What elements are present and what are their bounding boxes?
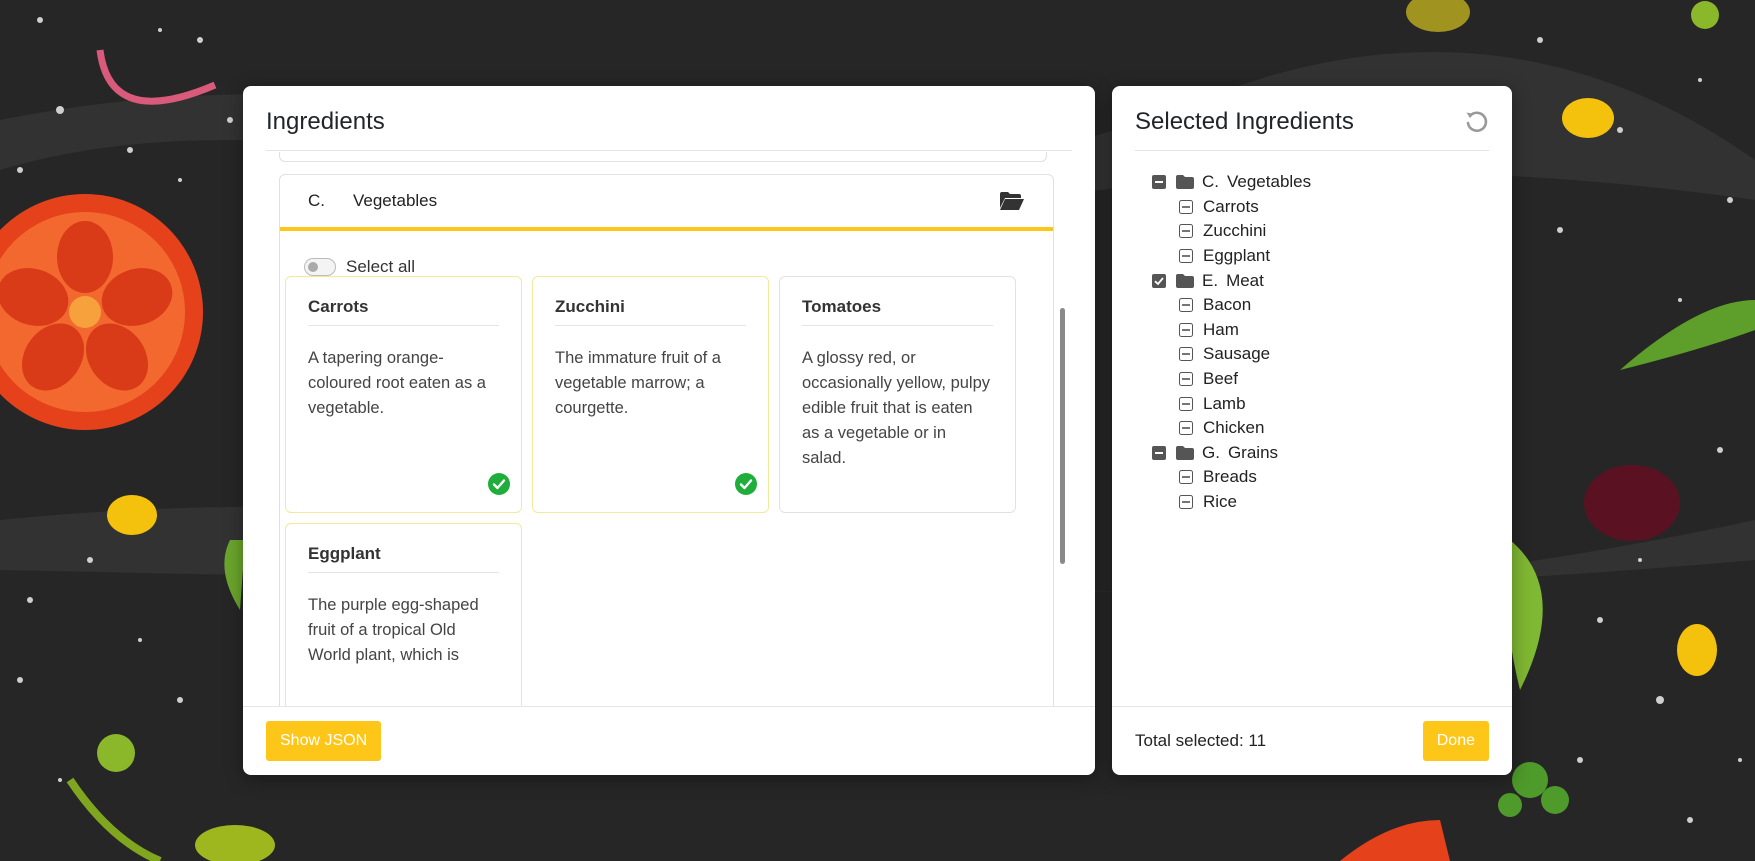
minus-box-icon[interactable]	[1179, 224, 1193, 239]
category-letter: C.	[308, 191, 325, 210]
ingredient-card-zucchini[interactable]: Zucchini The immature fruit of a vegetab…	[532, 276, 769, 513]
tree-leaf[interactable]: Ham	[1152, 318, 1311, 343]
ingredients-list[interactable]: C. Vegetables Select all Carrots A taper…	[266, 152, 1072, 706]
tree-leaf-label: Lamb	[1203, 393, 1246, 413]
tree-node-grains[interactable]: G. Grains	[1152, 441, 1311, 466]
tree-leaf-label: Chicken	[1203, 418, 1265, 438]
check-circle-icon	[735, 473, 757, 495]
minus-box-icon[interactable]	[1179, 495, 1193, 510]
total-selected-label: Total selected: 11	[1135, 731, 1267, 750]
tree-category-name: Meat	[1226, 270, 1264, 290]
card-description: The immature fruit of a vegetable marrow…	[555, 349, 721, 417]
minus-box-icon[interactable]	[1179, 298, 1193, 313]
selected-footer: Total selected: 11 Done	[1112, 706, 1512, 775]
show-json-button[interactable]: Show JSON	[266, 721, 382, 761]
minus-box-icon[interactable]	[1179, 347, 1193, 362]
tree-leaf[interactable]: Eggplant	[1152, 244, 1311, 269]
category-header: C. Vegetables	[280, 175, 1053, 231]
category-name: Vegetables	[353, 191, 438, 210]
select-all-row: Select all	[304, 257, 1053, 277]
card-description: A tapering orange-coloured root eaten as…	[308, 349, 486, 417]
tree-leaf-label: Bacon	[1203, 295, 1252, 315]
selected-tree: C. Vegetables Carrots Zucchini Eggplant …	[1152, 170, 1311, 514]
ingredient-card-carrots[interactable]: Carrots A tapering orange-coloured root …	[285, 276, 522, 513]
tree-leaf[interactable]: Chicken	[1152, 416, 1311, 441]
tree-leaf[interactable]: Breads	[1152, 465, 1311, 490]
select-all-toggle[interactable]	[304, 258, 336, 276]
tree-leaf-label: Breads	[1203, 467, 1257, 487]
tree-leaf[interactable]: Zucchini	[1152, 219, 1311, 244]
partial-checkbox-icon[interactable]	[1152, 445, 1166, 460]
minus-box-icon[interactable]	[1179, 249, 1193, 264]
tree-node-meat[interactable]: E. Meat	[1152, 268, 1311, 293]
ingredients-panel: Ingredients C. Vegetables Select all Car…	[243, 86, 1095, 775]
ingredient-card-tomatoes[interactable]: Tomatoes A glossy red, or occasionally y…	[779, 276, 1016, 513]
tree-category-name: Grains	[1227, 442, 1279, 462]
tree-leaf-label: Ham	[1203, 319, 1239, 339]
selected-title: Selected Ingredients	[1135, 108, 1354, 135]
minus-box-icon[interactable]	[1179, 322, 1193, 337]
tree-leaf[interactable]: Sausage	[1152, 342, 1311, 367]
tree-leaf-label: Eggplant	[1203, 246, 1271, 266]
tree-leaf[interactable]: Rice	[1152, 490, 1311, 515]
reset-icon[interactable]	[1463, 105, 1489, 133]
minus-box-icon[interactable]	[1179, 396, 1193, 411]
tree-node-vegetables[interactable]: C. Vegetables	[1152, 170, 1311, 195]
minus-box-icon[interactable]	[1179, 372, 1193, 387]
tree-leaf-label: Carrots	[1203, 196, 1259, 216]
tree-leaf[interactable]: Beef	[1152, 367, 1311, 392]
select-all-label: Select all	[346, 257, 415, 276]
card-title: Carrots	[308, 297, 499, 326]
ingredients-footer: Show JSON	[243, 706, 1095, 775]
tree-leaf-label: Sausage	[1203, 344, 1271, 364]
check-circle-icon	[488, 473, 510, 495]
folder-icon	[1176, 273, 1194, 288]
tree-leaf-label: Rice	[1203, 492, 1238, 512]
card-description: The purple egg-shaped fruit of a tropica…	[308, 596, 479, 664]
tree-leaf[interactable]: Lamb	[1152, 391, 1311, 416]
tree-category-code: C.	[1202, 172, 1219, 192]
previous-category-card-edge	[279, 152, 1047, 162]
card-title: Tomatoes	[802, 297, 993, 326]
ingredients-title: Ingredients	[266, 108, 385, 135]
tree-category-code: E.	[1202, 270, 1219, 290]
done-button[interactable]: Done	[1422, 721, 1489, 761]
card-title: Zucchini	[555, 297, 746, 326]
checked-checkbox-icon[interactable]	[1152, 273, 1166, 288]
card-description: A glossy red, or occasionally yellow, pu…	[802, 349, 991, 467]
selected-ingredients-panel: Selected Ingredients C. Vegetables Carro…	[1112, 86, 1512, 775]
minus-box-icon[interactable]	[1179, 421, 1193, 436]
ingredient-card-eggplant[interactable]: Eggplant The purple egg-shaped fruit of …	[285, 523, 522, 706]
tree-leaf[interactable]: Carrots	[1152, 195, 1311, 220]
selected-header: Selected Ingredients	[1135, 86, 1489, 151]
folder-icon	[1176, 445, 1194, 460]
tree-category-code: G.	[1202, 442, 1220, 462]
ingredients-header: Ingredients	[266, 86, 1072, 151]
partial-checkbox-icon[interactable]	[1152, 175, 1166, 190]
scrollbar-thumb[interactable]	[1060, 308, 1065, 564]
folder-icon	[1176, 175, 1194, 190]
tree-category-name: Vegetables	[1227, 172, 1312, 192]
minus-box-icon[interactable]	[1179, 470, 1193, 485]
card-title: Eggplant	[308, 544, 499, 573]
tree-leaf-label: Zucchini	[1203, 221, 1267, 241]
ingredient-cards-grid: Carrots A tapering orange-coloured root …	[285, 276, 1018, 706]
tree-leaf-label: Beef	[1203, 369, 1238, 389]
minus-box-icon[interactable]	[1179, 199, 1193, 214]
tree-leaf[interactable]: Bacon	[1152, 293, 1311, 318]
folder-open-icon[interactable]	[999, 191, 1025, 211]
